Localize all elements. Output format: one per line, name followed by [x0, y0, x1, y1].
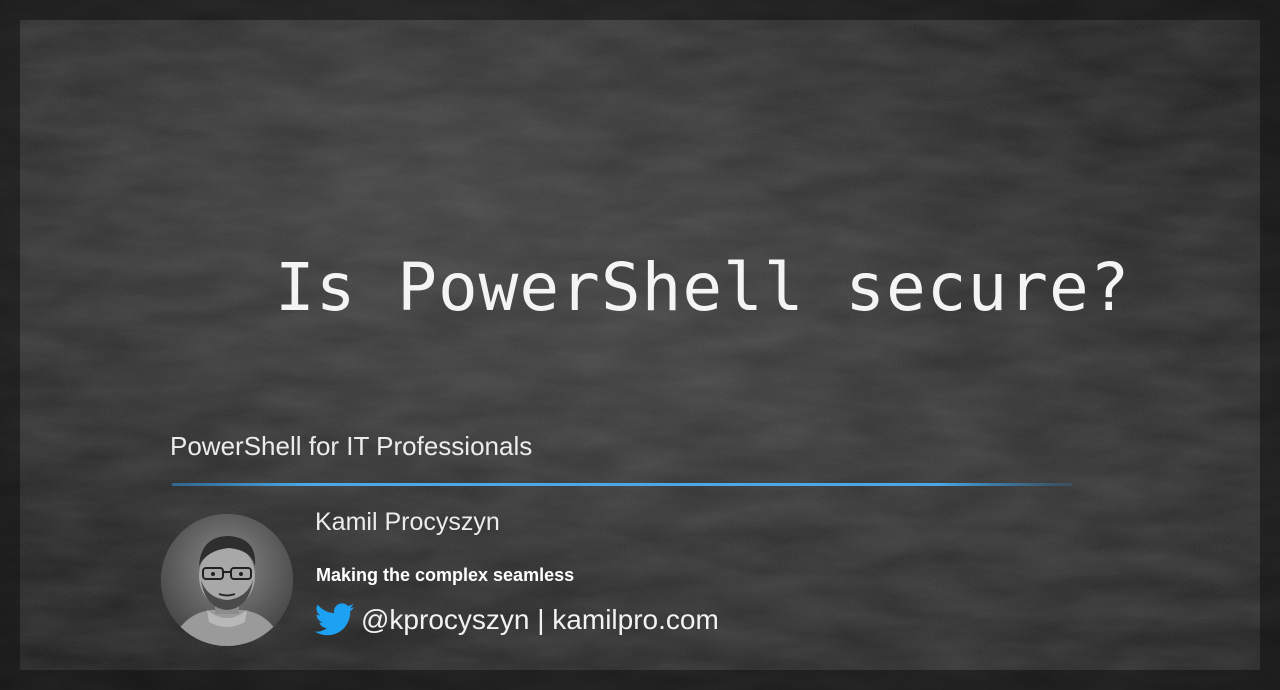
author-photo [161, 514, 293, 646]
slide-subtitle: PowerShell for IT Professionals [170, 431, 533, 461]
slide-title: Is PowerShell secure? [275, 249, 1131, 326]
contact-text: @kprocyszyn | kamilpro.com [361, 604, 719, 635]
slide: Is PowerShell secure? PowerShell for IT … [0, 0, 1280, 690]
author-tagline: Making the complex seamless [316, 565, 575, 585]
author-name: Kamil Procyszyn [315, 508, 500, 536]
divider-line [172, 483, 1072, 486]
author-avatar [161, 514, 293, 646]
twitter-icon [315, 603, 355, 636]
author-contact: @kprocyszyn | kamilpro.com [315, 600, 719, 640]
